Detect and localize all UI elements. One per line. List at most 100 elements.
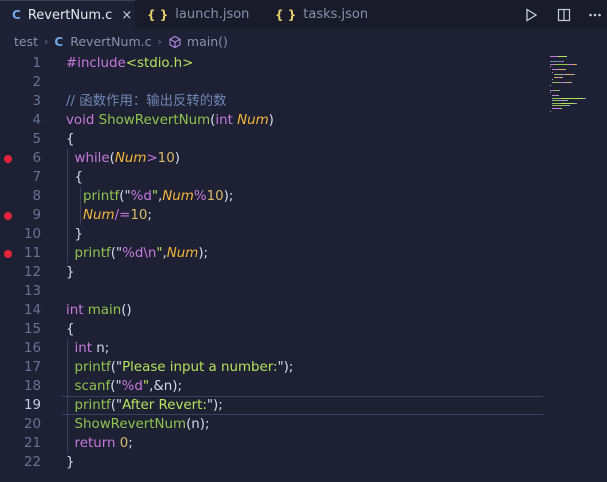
code-text: int main() bbox=[66, 301, 132, 320]
code-text: printf("%d",Num%10); bbox=[66, 187, 233, 206]
minimap-stroke bbox=[574, 102, 577, 104]
line-number: 18 bbox=[23, 379, 41, 394]
code-text: scanf("%d",&n); bbox=[66, 377, 182, 396]
code-token: (" bbox=[110, 360, 123, 375]
code-token: while bbox=[74, 151, 110, 166]
code-token: ShowRevertNum bbox=[74, 417, 187, 432]
code-token: After Revert: bbox=[122, 398, 207, 413]
minimap-stroke bbox=[552, 71, 553, 73]
code-token: } bbox=[66, 227, 84, 242]
code-token: printf bbox=[74, 246, 111, 261]
code-token: ) bbox=[268, 113, 274, 128]
minimap-stroke bbox=[565, 69, 566, 70]
code-text: } bbox=[66, 453, 75, 472]
breadcrumb-file[interactable]: C RevertNum.c bbox=[54, 34, 151, 49]
tab-launch-json[interactable]: { } launch.json bbox=[135, 0, 263, 29]
line-number: 21 bbox=[23, 436, 41, 451]
code-editor[interactable]: 1 #include<stdio.h> 2 3 // 函数作用：输出反转的数 4 void … bbox=[0, 54, 607, 482]
code-line: 21 return 0; bbox=[0, 434, 607, 453]
minimap-stroke bbox=[550, 61, 564, 63]
code-text: void ShowRevertNum(int Num) bbox=[66, 111, 274, 130]
line-number: 10 bbox=[23, 227, 41, 242]
close-icon[interactable]: × bbox=[121, 8, 132, 23]
minimap-stroke bbox=[558, 56, 567, 57]
code-text: { bbox=[66, 320, 75, 339]
code-token: Num bbox=[166, 246, 199, 261]
code-token: Num bbox=[114, 151, 147, 166]
json-file-icon: { } bbox=[275, 7, 297, 22]
breadcrumb-symbol-label: main() bbox=[186, 34, 228, 49]
tab-tasks-json[interactable]: { } tasks.json bbox=[263, 0, 388, 29]
tab-bar: C RevertNum.c × { } launch.json { } task… bbox=[0, 0, 607, 29]
code-token: 10 bbox=[130, 208, 148, 223]
code-token: /= bbox=[114, 208, 131, 223]
minimap-stroke bbox=[550, 92, 551, 94]
code-token: scanf bbox=[74, 379, 111, 394]
minimap[interactable] bbox=[548, 54, 600, 114]
code-line: 4 void ShowRevertNum(int Num) bbox=[0, 111, 607, 130]
code-token: ; bbox=[147, 208, 152, 223]
code-token: printf bbox=[83, 189, 120, 204]
line-number: 6 bbox=[32, 151, 41, 166]
line-number: 4 bbox=[32, 113, 41, 128]
code-line: 17 printf("Please input a number:"); bbox=[0, 358, 607, 377]
code-line: 16 int n; bbox=[0, 339, 607, 358]
run-icon[interactable] bbox=[522, 6, 540, 24]
line-number: 2 bbox=[32, 75, 41, 90]
code-line: 20 ShowRevertNum(n); bbox=[0, 415, 607, 434]
line-number: 7 bbox=[32, 170, 41, 185]
code-token: %d bbox=[130, 189, 152, 204]
code-token: ,&n); bbox=[149, 379, 182, 394]
line-number: 12 bbox=[23, 265, 41, 280]
code-line: 13 bbox=[0, 282, 607, 301]
code-line: 9 Num/=10; bbox=[0, 206, 607, 225]
minimap-stroke bbox=[570, 82, 572, 83]
line-number: 20 bbox=[23, 417, 41, 432]
line-number: 1 bbox=[32, 56, 41, 71]
code-text: return 0; bbox=[66, 434, 133, 453]
line-number: 13 bbox=[23, 284, 41, 299]
tab-revertnum[interactable]: C RevertNum.c × bbox=[0, 0, 135, 29]
line-number: 11 bbox=[23, 246, 41, 261]
code-token: ) bbox=[174, 151, 180, 166]
code-text: } bbox=[66, 225, 84, 244]
code-token: (" bbox=[110, 246, 123, 261]
line-number: 14 bbox=[23, 303, 41, 318]
minimap-stroke bbox=[555, 63, 568, 65]
split-editor-icon[interactable] bbox=[555, 6, 573, 24]
code-token: (" bbox=[110, 398, 123, 413]
line-number: 19 bbox=[23, 398, 41, 413]
code-line: 8 printf("%d",Num%10); bbox=[0, 187, 607, 206]
code-token: (" bbox=[119, 189, 131, 204]
code-line: 22} bbox=[0, 453, 607, 472]
c-file-icon: C bbox=[54, 34, 64, 49]
code-token: Num bbox=[162, 189, 194, 204]
code-text: { bbox=[66, 168, 84, 187]
line-number: 5 bbox=[32, 132, 41, 147]
minimap-stroke bbox=[553, 108, 560, 109]
code-line: 14 int main() bbox=[0, 301, 607, 320]
json-file-icon: { } bbox=[147, 7, 169, 22]
line-number: 17 bbox=[23, 360, 41, 375]
code-token: { bbox=[66, 170, 84, 185]
breadcrumb-file-label: RevertNum.c bbox=[70, 34, 152, 49]
code-token: ShowRevertNum bbox=[98, 113, 211, 128]
code-token: <stdio.h> bbox=[125, 56, 194, 71]
code-token: n; bbox=[96, 341, 110, 356]
code-line: 2 bbox=[0, 73, 607, 92]
code-token: printf bbox=[74, 398, 111, 413]
code-token: printf bbox=[74, 360, 111, 375]
chevron-right-icon: › bbox=[157, 35, 162, 48]
breadcrumb-symbol[interactable]: main() bbox=[168, 34, 228, 49]
more-actions-icon[interactable] bbox=[586, 6, 604, 24]
code-text: while(Num>10) bbox=[66, 149, 180, 168]
tab-label: tasks.json bbox=[303, 7, 369, 22]
breadcrumb-folder[interactable]: test bbox=[14, 34, 38, 49]
code-token: main bbox=[87, 303, 122, 318]
